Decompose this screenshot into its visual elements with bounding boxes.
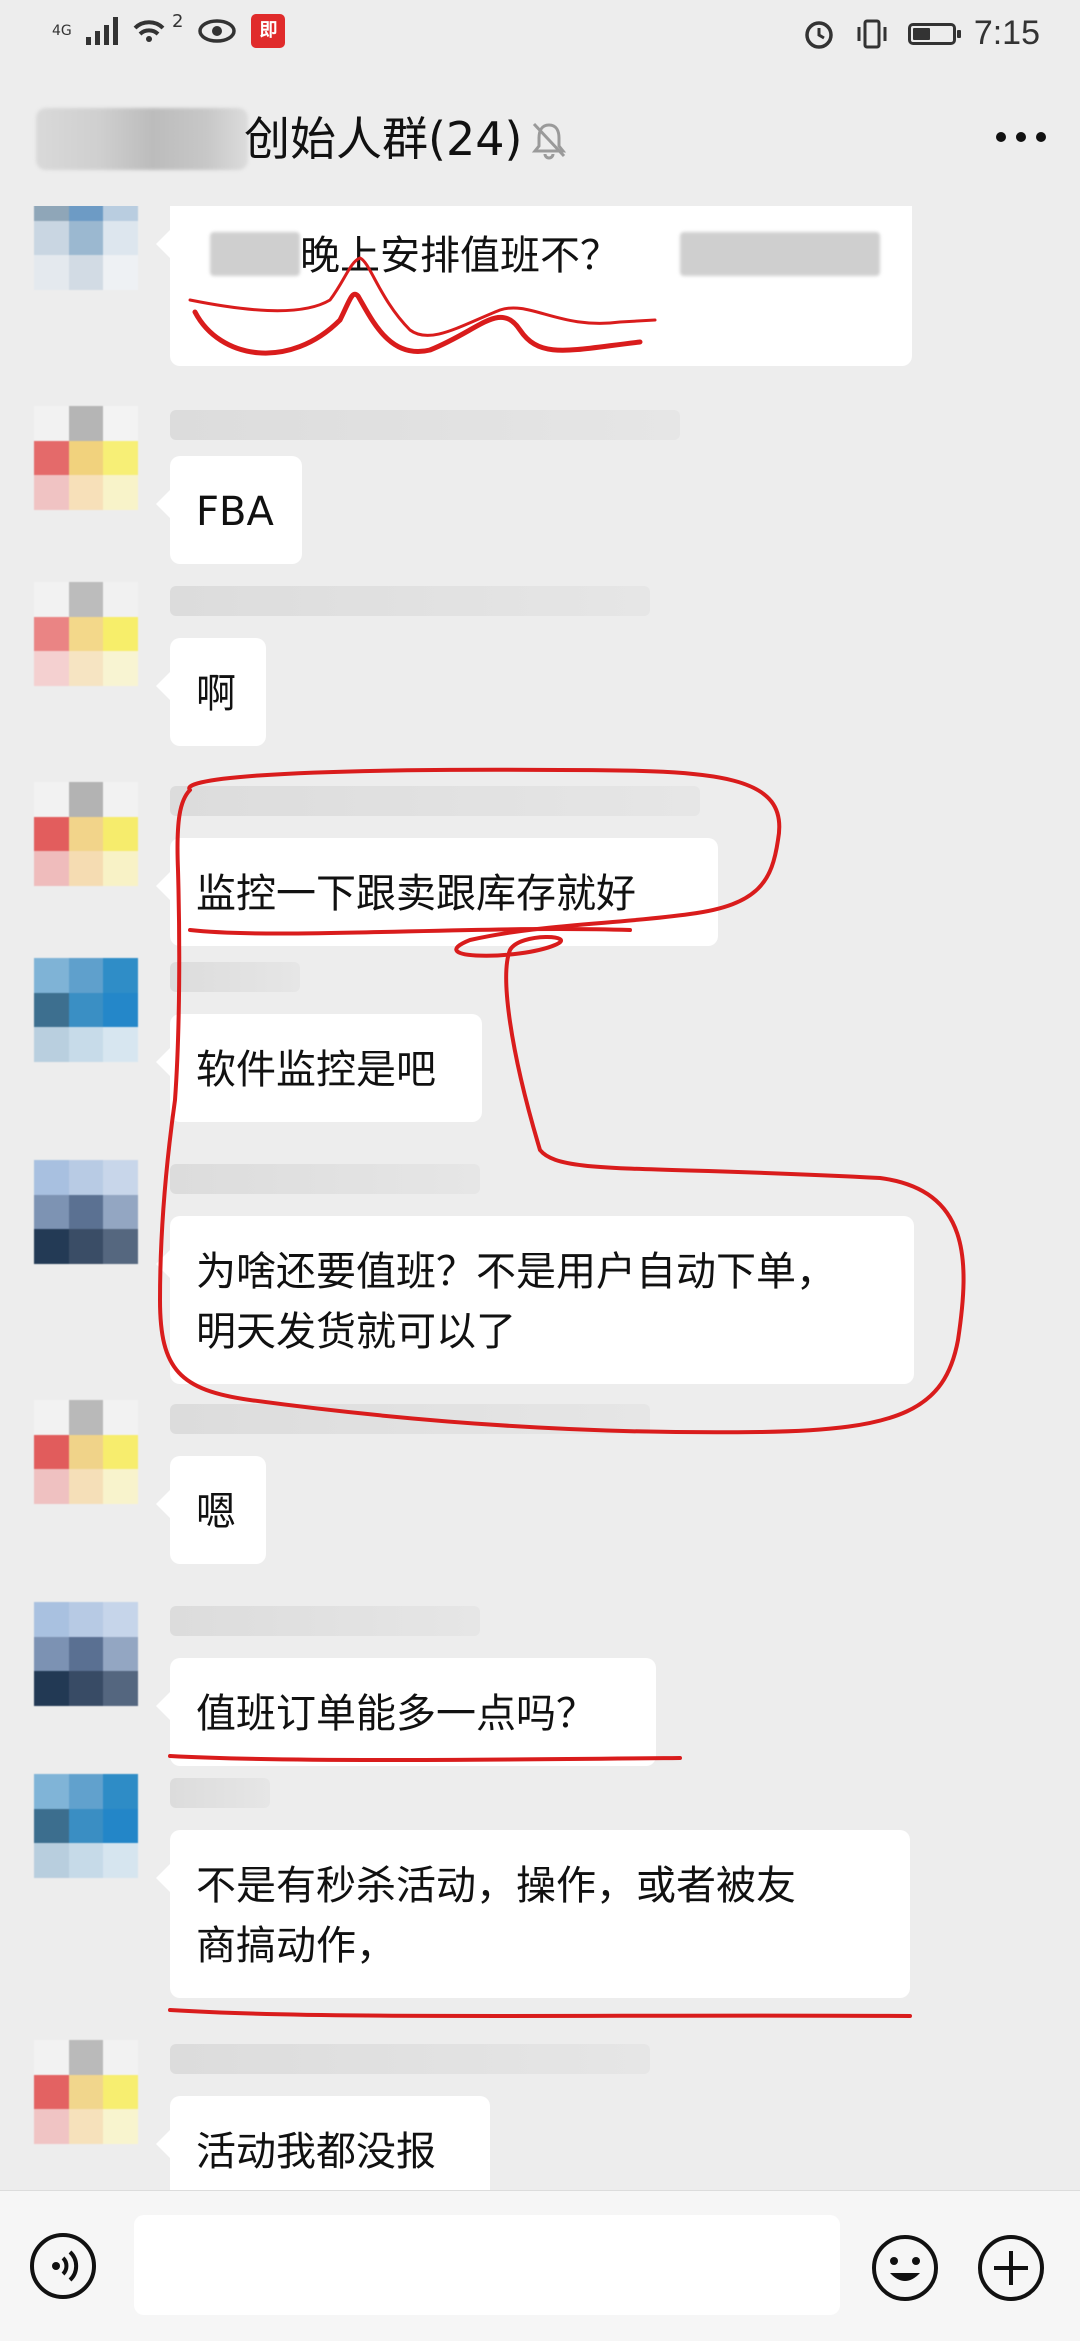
message-text: FBA (196, 489, 274, 535)
message-text: 嗯 (196, 1489, 236, 1535)
message-text: 啊 (196, 671, 236, 717)
sender-name (170, 1778, 270, 1808)
app-notification-icon: 即 (251, 14, 286, 48)
bell-off-icon (531, 122, 567, 160)
avatar[interactable] (34, 1602, 138, 1706)
message-text: 活动我都没报 (196, 2129, 436, 2175)
message-text-line: 商搞动作， (196, 1923, 396, 1969)
alarm-icon (805, 20, 833, 49)
sender-name (170, 586, 650, 616)
voice-icon[interactable] (30, 2233, 96, 2299)
avatar[interactable] (34, 782, 138, 886)
message-text-line: 明天发货就可以了 (196, 1309, 516, 1355)
avatar[interactable] (34, 958, 138, 1062)
message-text: 监控一下跟卖跟库存就好 (196, 871, 636, 917)
message-bubble[interactable]: 软件监控是吧 (156, 1014, 482, 1122)
emoji-icon[interactable] (870, 2233, 940, 2303)
avatar[interactable] (34, 1774, 138, 1878)
eye-icon (198, 19, 237, 43)
redacted-name (36, 108, 248, 170)
message-bubble[interactable]: FBA (156, 456, 302, 564)
message-bubble[interactable]: 啊 (156, 638, 266, 746)
signal-icon (86, 17, 118, 45)
vibrate-icon (857, 19, 887, 48)
status-bar: 4G 2 即 7:15 (0, 0, 1080, 76)
sender-name (170, 962, 300, 992)
message-text: 值班订单能多一点吗？ (196, 1691, 596, 1737)
message-input[interactable] (134, 2215, 840, 2315)
clock: 7:15 (973, 14, 1040, 52)
network-type: 4G (52, 23, 72, 39)
chat-list[interactable]: 晚上安排值班不？ FBA 啊 监控一下跟卖跟库存就好 软件监控是吧 为啥还要值班… (0, 206, 1080, 2190)
message-bubble[interactable]: 监控一下跟卖跟库存就好 (156, 838, 718, 946)
avatar[interactable] (34, 2040, 138, 2144)
plus-icon[interactable] (976, 2233, 1046, 2303)
sender-name (170, 1404, 650, 1434)
message-text: 软件监控是吧 (196, 1047, 436, 1093)
sender-name (170, 1164, 480, 1194)
avatar[interactable] (34, 206, 138, 290)
sender-name (170, 410, 680, 440)
input-bar (0, 2190, 1080, 2341)
avatar[interactable] (34, 1400, 138, 1504)
message-text: 晚上安排值班不？ (300, 233, 620, 279)
battery-icon (907, 22, 961, 45)
message-bubble[interactable]: 嗯 (156, 1456, 266, 1564)
avatar[interactable] (34, 1160, 138, 1264)
message-bubble[interactable]: 值班订单能多一点吗？ (156, 1658, 656, 1766)
sender-name (170, 786, 700, 816)
sender-name (170, 2044, 650, 2074)
message-text-line: 不是有秒杀活动，操作，或者被友 (196, 1863, 796, 1909)
chat-title[interactable]: 创始人群(24) (244, 108, 522, 170)
battery-level (912, 27, 930, 40)
message-bubble[interactable]: 晚上安排值班不？ (156, 206, 912, 366)
more-icon[interactable] (996, 132, 1046, 142)
avatar[interactable] (34, 582, 138, 686)
message-bubble[interactable]: 活动我都没报 (156, 2096, 490, 2190)
message-text-line: 为啥还要值班？不是用户自动下单， (196, 1249, 836, 1295)
title-bar: 创始人群(24) (0, 76, 1080, 206)
message-bubble[interactable]: 为啥还要值班？不是用户自动下单， 明天发货就可以了 (156, 1216, 914, 1384)
wifi-badge: 2 (172, 10, 184, 32)
sender-name (170, 1606, 480, 1636)
wifi-icon (133, 20, 165, 42)
avatar[interactable] (34, 406, 138, 510)
message-bubble[interactable]: 不是有秒杀活动，操作，或者被友 商搞动作， (156, 1830, 910, 1998)
